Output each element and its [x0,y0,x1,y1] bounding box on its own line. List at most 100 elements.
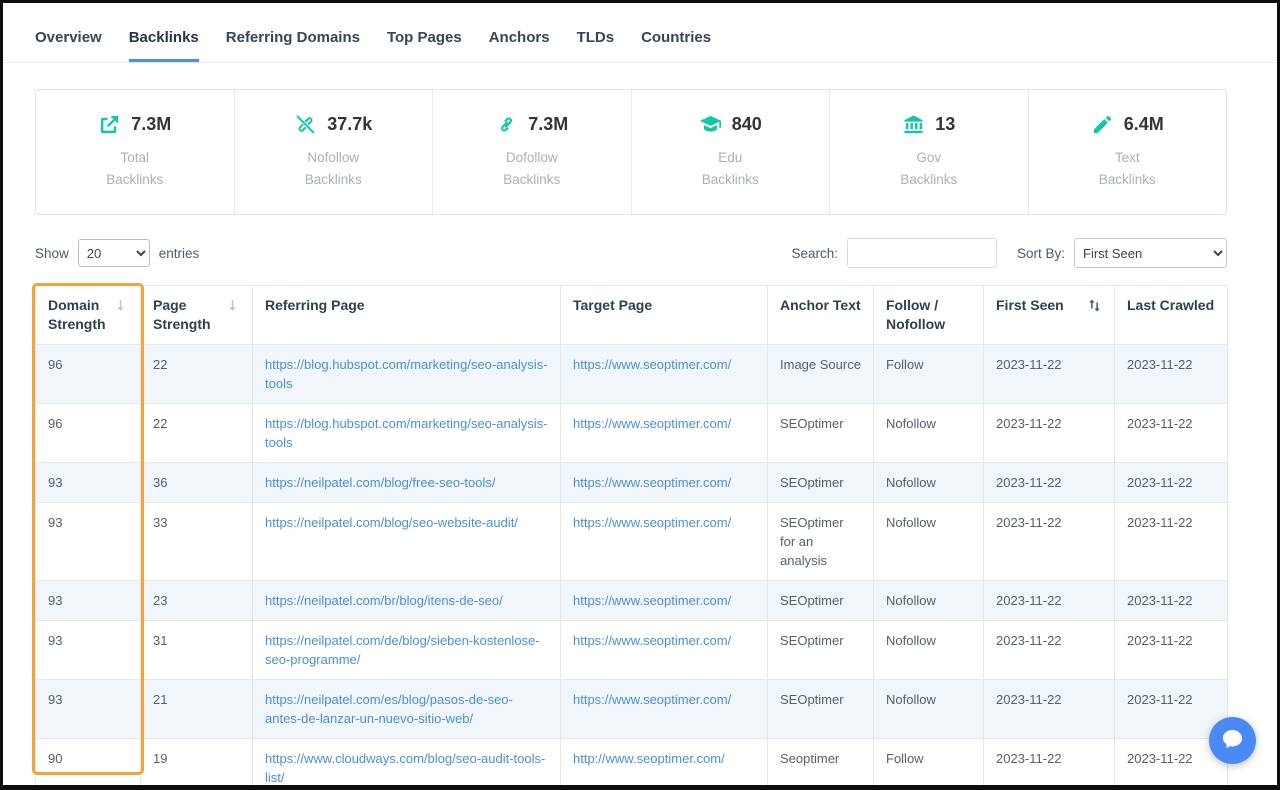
referring-page-link[interactable]: https://neilpatel.com/blog/free-seo-tool… [265,475,496,490]
referring-page-link-cell: https://neilpatel.com/blog/free-seo-tool… [253,463,561,503]
column-header-page-strength[interactable]: Page Strength [141,286,253,345]
table-controls: Show 20 entries Search: Sort By: First S… [35,238,1227,268]
column-header-referring-page[interactable]: Referring Page [253,286,561,345]
tab-referring-domains[interactable]: Referring Domains [226,29,360,62]
page-strength-cell: 31 [141,621,253,680]
first-seen-cell: 2023-11-22 [984,680,1115,739]
target-page-link-cell: https://www.seoptimer.com/ [561,581,768,621]
tab-backlinks[interactable]: Backlinks [129,29,199,62]
pencil-icon [1091,113,1114,136]
target-page-link-cell: https://www.seoptimer.com/ [561,621,768,680]
referring-page-link[interactable]: https://neilpatel.com/br/blog/itens-de-s… [265,593,503,608]
page-strength-cell: 22 [141,345,253,404]
domain-strength-cell: 93 [36,463,141,503]
table-row: 9622 https://blog.hubspot.com/marketing/s… [36,345,1228,404]
tab-bar: Overview Backlinks Referring Domains Top Pa… [3,3,1277,62]
search-input[interactable] [847,238,997,268]
table-row: 9333https://neilpatel.com/blog/seo-websi… [36,503,1228,581]
referring-page-link[interactable]: https://blog.hubspot.com/marketing/seo-a… [265,416,548,450]
target-page-link[interactable]: https://www.seoptimer.com/ [573,357,731,372]
column-header-domain-strength[interactable]: Domain Strength [36,286,141,345]
last-crawled-cell: 2023-11-22 [1115,503,1228,581]
referring-page-link[interactable]: https://neilpatel.com/de/blog/sieben-kos… [265,633,540,667]
stat-card-edu-backlinks: 840EduBacklinks [632,90,831,214]
sort-by-select[interactable]: First Seen [1074,238,1227,268]
anchor-text-cell: SEOptimer [768,581,874,621]
tab-anchors[interactable]: Anchors [489,29,550,62]
first-seen-cell: 2023-11-22 [984,345,1115,404]
column-header-target-page[interactable]: Target Page [561,286,768,345]
tab-countries[interactable]: Countries [641,29,711,62]
last-crawled-cell: 2023-11-22 [1115,345,1228,404]
last-crawled-cell: 2023-11-22 [1115,463,1228,503]
backlinks-page: Overview Backlinks Referring Domains Top Pa… [3,3,1277,785]
entries-select[interactable]: 20 [78,239,150,267]
page-strength-cell: 23 [141,581,253,621]
column-label: Follow / Nofollow [886,296,971,334]
entries-control: Show 20 entries [35,239,199,267]
referring-page-link[interactable]: https://neilpatel.com/blog/seo-website-a… [265,515,518,530]
column-label: Page Strength [153,296,221,334]
column-header-first-seen[interactable]: First Seen [984,286,1115,345]
domain-strength-cell: 96 [36,345,141,404]
target-page-link-cell: https://www.seoptimer.com/ [561,463,768,503]
bank-icon [902,113,925,136]
first-seen-cell: 2023-11-22 [984,463,1115,503]
table-row: 9321https://neilpatel.com/es/blog/pasos-… [36,680,1228,739]
first-seen-cell: 2023-11-22 [984,581,1115,621]
tab-overview[interactable]: Overview [35,29,102,62]
referring-page-link-cell: https://neilpatel.com/br/blog/itens-de-s… [253,581,561,621]
column-label: Last Crawled [1127,296,1214,315]
column-header-last-crawled[interactable]: Last Crawled [1115,286,1228,345]
tab-top-pages[interactable]: Top Pages [387,29,462,62]
first-seen-cell: 2023-11-22 [984,621,1115,680]
page-strength-cell: 33 [141,503,253,581]
follow-status-cell: Nofollow [874,621,984,680]
stat-card-gov-backlinks: 13GovBacklinks [830,90,1029,214]
follow-status-cell: Nofollow [874,404,984,463]
last-crawled-cell: 2023-11-22 [1115,581,1228,621]
table-row: 9323https://neilpatel.com/br/blog/itens-… [36,581,1228,621]
follow-status-cell: Follow [874,739,984,786]
chat-launcher-button[interactable] [1209,717,1256,764]
table-row: 9019https://www.cloudways.com/blog/seo-a… [36,739,1228,786]
target-page-link-cell: https://www.seoptimer.com/ [561,404,768,463]
table-header: Domain Strength Page Strength Referring Pa… [36,286,1228,345]
page-strength-cell: 21 [141,680,253,739]
target-page-link[interactable]: https://www.seoptimer.com/ [573,515,731,530]
follow-status-cell: Follow [874,345,984,404]
anchor-text-cell: SEOptimer for an analysis [768,503,874,581]
follow-status-cell: Nofollow [874,503,984,581]
backlinks-table: Domain Strength Page Strength Referring Pa… [35,285,1228,785]
sort-icon[interactable] [225,296,240,313]
tab-tlds[interactable]: TLDs [577,29,615,62]
target-page-link[interactable]: https://www.seoptimer.com/ [573,692,731,707]
page-strength-cell: 36 [141,463,253,503]
table-row: 9336 https://neilpatel.com/blog/free-seo-… [36,463,1228,503]
anchor-text-cell: SEOptimer [768,680,874,739]
column-header-anchor-text[interactable]: Anchor Text [768,286,874,345]
link-icon [495,113,518,136]
stats-panel: 7.3MTotalBacklinks37.7kNofollowBacklinks… [35,89,1227,215]
stat-label: NofollowBacklinks [305,147,362,191]
target-page-link[interactable]: https://www.seoptimer.com/ [573,593,731,608]
referring-page-link-cell: https://neilpatel.com/blog/seo-website-a… [253,503,561,581]
sort-active-icon[interactable] [1087,296,1102,313]
target-page-link[interactable]: https://www.seoptimer.com/ [573,416,731,431]
sort-icon[interactable] [113,296,128,313]
referring-page-link[interactable]: https://www.cloudways.com/blog/seo-audit… [265,751,545,785]
target-page-link-cell: https://www.seoptimer.com/ [561,345,768,404]
graduation-cap-icon [699,113,722,136]
column-label: Anchor Text [780,296,861,315]
column-header-follow-nofollow[interactable]: Follow / Nofollow [874,286,984,345]
referring-page-link-cell: https://neilpatel.com/es/blog/pasos-de-s… [253,680,561,739]
tabs-divider [3,62,1277,63]
domain-strength-cell: 96 [36,404,141,463]
referring-page-link[interactable]: https://blog.hubspot.com/marketing/seo-a… [265,357,548,391]
target-page-link[interactable]: https://www.seoptimer.com/ [573,475,731,490]
stat-card-text-backlinks: 6.4MTextBacklinks [1029,90,1227,214]
domain-strength-cell: 90 [36,739,141,786]
target-page-link[interactable]: http://www.seoptimer.com/ [573,751,725,766]
referring-page-link[interactable]: https://neilpatel.com/es/blog/pasos-de-s… [265,692,513,726]
target-page-link[interactable]: https://www.seoptimer.com/ [573,633,731,648]
